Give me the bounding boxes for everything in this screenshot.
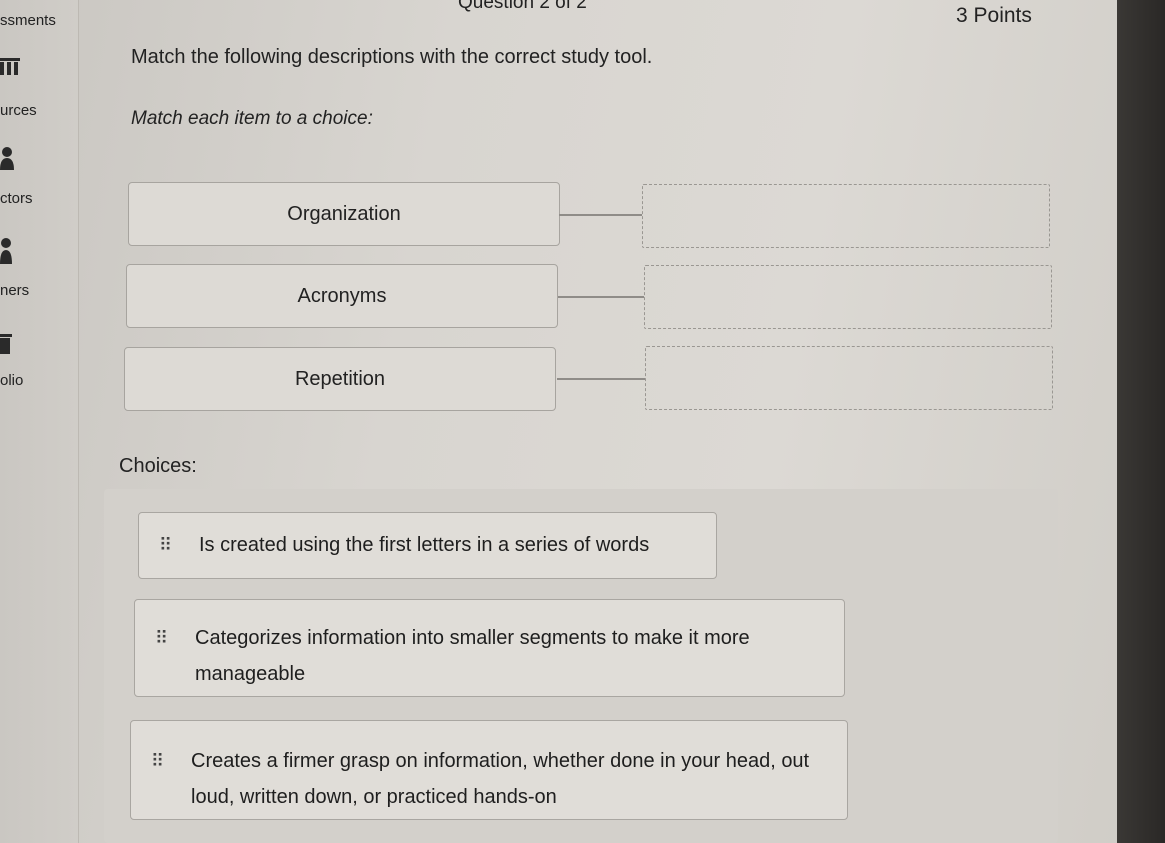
- drag-handle-icon[interactable]: ⠿: [151, 743, 164, 779]
- match-item-repetition: Repetition: [124, 347, 556, 411]
- choice-card-repetition-definition[interactable]: ⠿ Creates a firmer grasp on information,…: [130, 720, 848, 820]
- choice-text: Creates a firmer grasp on information, w…: [191, 750, 810, 808]
- connector-line: [557, 378, 645, 380]
- drop-zone-acronyms[interactable]: [644, 265, 1052, 329]
- screen: ssments urces ctors ners olio Question 2…: [0, 0, 1165, 843]
- left-sidebar: ssments urces ctors ners olio: [0, 0, 79, 843]
- screen-bezel: [1117, 0, 1165, 843]
- match-instruction: Match each item to a choice:: [131, 108, 373, 129]
- drag-handle-icon[interactable]: ⠿: [155, 620, 168, 656]
- connector-line: [559, 214, 642, 216]
- choice-card-acronym-definition[interactable]: ⠿ Is created using the first letters in …: [138, 512, 717, 579]
- drop-zone-repetition[interactable]: [645, 346, 1053, 410]
- choice-text: Categorizes information into smaller seg…: [195, 627, 750, 685]
- sidebar-item-learners[interactable]: ners: [0, 282, 29, 299]
- folder-icon: [0, 334, 14, 359]
- drag-handle-icon[interactable]: ⠿: [159, 527, 172, 563]
- sidebar-item-resources[interactable]: urces: [0, 102, 37, 119]
- choice-card-organization-definition[interactable]: ⠿ Categorizes information into smaller s…: [134, 599, 845, 697]
- drop-zone-organization[interactable]: [642, 184, 1050, 248]
- match-item-acronyms: Acronyms: [126, 264, 558, 328]
- people-icon: [0, 236, 18, 269]
- choice-text: Is created using the first letters in a …: [199, 534, 650, 556]
- person-icon: [0, 146, 18, 175]
- grid-icon: [0, 58, 22, 81]
- connector-line: [558, 296, 644, 298]
- sidebar-item-portfolio[interactable]: olio: [0, 372, 23, 389]
- question-prompt: Match the following descriptions with th…: [131, 46, 653, 68]
- sidebar-item-instructors[interactable]: ctors: [0, 190, 33, 207]
- sidebar-item-assessments[interactable]: ssments: [0, 12, 56, 29]
- question-counter: Question 2 of 2: [458, 0, 587, 13]
- points-label: 3 Points: [956, 4, 1032, 27]
- choices-heading: Choices:: [119, 455, 197, 477]
- match-item-organization: Organization: [128, 182, 560, 246]
